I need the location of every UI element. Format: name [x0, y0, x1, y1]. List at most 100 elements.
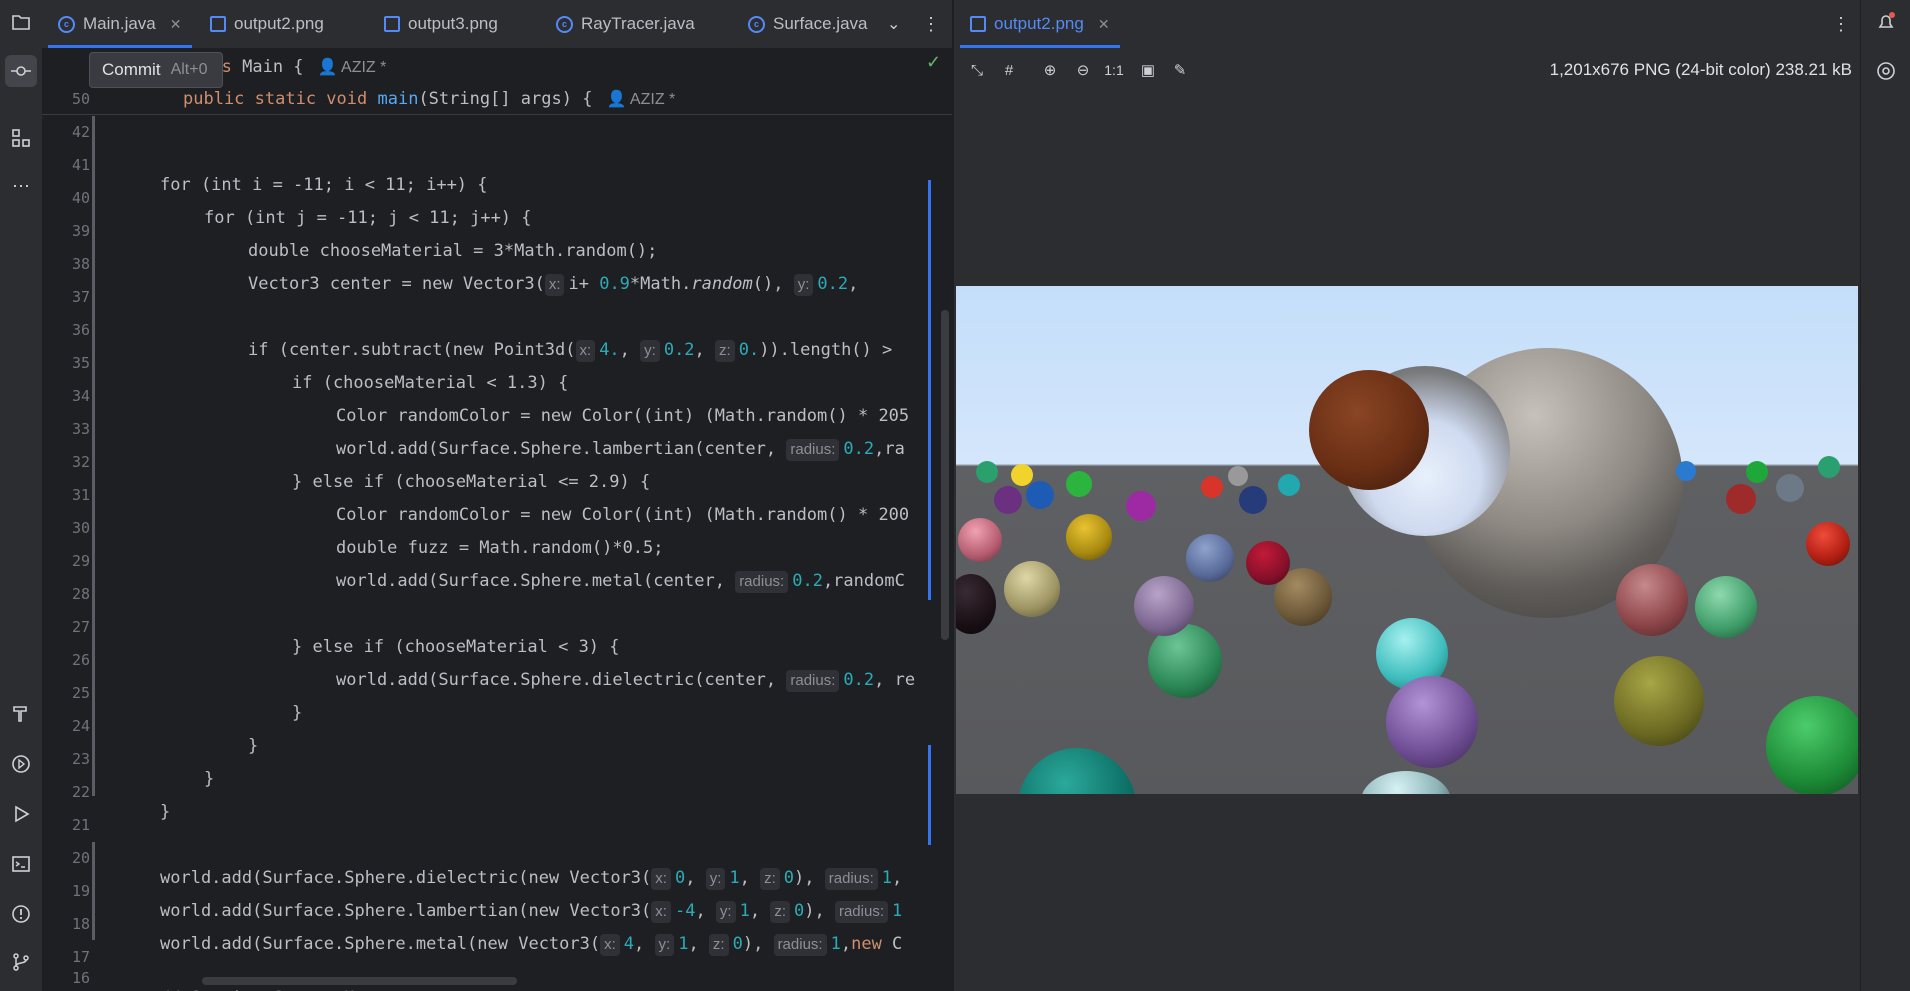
code-line[interactable]: 38 Vector3 center = new Vector3(x: i+ 0.9… — [42, 248, 952, 296]
line-number: 50 — [71, 90, 90, 108]
small-sphere — [1361, 771, 1451, 794]
tab-output3-png[interactable]: output3.png — [384, 0, 498, 48]
code-line[interactable]: 36 if (center.subtract(new Point3d(x: 4.,… — [42, 314, 952, 362]
code-line[interactable]: 37 — [42, 281, 952, 314]
color-picker-icon[interactable]: ✎ — [1168, 58, 1192, 82]
vertical-scrollbar[interactable] — [941, 310, 949, 640]
notifications-icon[interactable] — [1870, 6, 1902, 38]
java-file-icon: c — [556, 15, 573, 33]
distant-sphere — [1776, 474, 1804, 502]
code-line[interactable]: 23 } — [42, 743, 952, 789]
line-number: 37 — [71, 288, 90, 306]
code-line[interactable]: 26 world.add(Surface.Sphere.dielectric(c… — [42, 644, 952, 692]
line-number: 33 — [71, 420, 90, 438]
services-icon[interactable] — [5, 748, 37, 780]
actual-size-button[interactable]: 1:1 — [1102, 58, 1126, 82]
small-sphere — [1018, 748, 1136, 794]
code-line[interactable]: 32 } else if (chooseMaterial <= 2.9) { — [42, 446, 952, 492]
chevron-down-icon[interactable]: ⌄ — [887, 0, 900, 48]
tab-label: output3.png — [408, 14, 498, 33]
zoom-in-icon[interactable]: ⊕ — [1038, 58, 1062, 82]
small-sphere — [1695, 576, 1757, 638]
brown-sphere — [1309, 370, 1429, 490]
code-line[interactable]: 42 — [42, 116, 952, 149]
code-line[interactable]: 30 double fuzz = Math.random()*0.5; — [42, 512, 952, 558]
tab-label: output2.png — [234, 14, 324, 33]
more-vertical-icon[interactable]: ⋮ — [1832, 0, 1850, 48]
tooltip-label: Commit — [102, 60, 161, 79]
commit-tooltip: Commit Alt+0 — [89, 52, 223, 88]
code-line[interactable]: 34 Color randomColor = new Color((int) (… — [42, 380, 952, 426]
line-number: 25 — [71, 684, 90, 702]
code-line[interactable]: 40 for (int j = -11; j < 11; j++) { — [42, 182, 952, 228]
more-vertical-icon[interactable]: ⋮ — [922, 0, 940, 48]
line-number: 41 — [71, 156, 90, 174]
build-icon[interactable] — [5, 698, 37, 730]
project-icon[interactable] — [5, 6, 37, 38]
line-number: 38 — [71, 255, 90, 273]
tab-label: output2.png — [994, 14, 1084, 33]
vcs-change-marker — [928, 180, 931, 600]
close-icon[interactable]: ✕ — [1098, 16, 1110, 33]
java-file-icon: c — [748, 15, 765, 33]
code-line[interactable]: 39 double chooseMaterial = 3*Math.random… — [42, 215, 952, 261]
tab-main-java[interactable]: c Main.java ✕ — [48, 0, 191, 48]
code-line[interactable]: 28 — [42, 578, 952, 611]
distant-sphere — [1011, 464, 1033, 486]
image-file-icon — [970, 16, 986, 32]
tab-label: RayTracer.java — [581, 14, 695, 33]
line-number: 40 — [71, 189, 90, 207]
code-line[interactable]: 24 } — [42, 710, 952, 756]
commit-icon[interactable] — [5, 55, 37, 87]
run-icon[interactable] — [5, 798, 37, 830]
tab-raytracer-java[interactable]: c RayTracer.java — [556, 0, 695, 48]
code-line[interactable]: 25 } — [42, 677, 952, 723]
code-line[interactable]: 22 } — [42, 776, 952, 822]
line-number: 22 — [71, 783, 90, 801]
background-icon[interactable]: ▣ — [1136, 58, 1160, 82]
git-branch-icon[interactable] — [5, 946, 37, 978]
more-tools-icon[interactable]: ⋯ — [5, 170, 37, 202]
code-line[interactable]: 18 world.add(Surface.Sphere.metal(new Ve… — [42, 908, 952, 956]
code-line[interactable]: 41 for (int i = -11; i < 11; i++) { — [42, 149, 952, 195]
fit-to-window-icon[interactable]: ⤡ — [965, 58, 989, 82]
line-number: 35 — [71, 354, 90, 372]
tab-viewer-output2-png[interactable]: output2.png ✕ — [960, 0, 1120, 48]
code-line[interactable]: 35 if (chooseMaterial < 1.3) { — [42, 347, 952, 393]
editor-tab-bar: c Main.java ✕ output2.png output3.png c … — [42, 0, 952, 49]
terminal-icon[interactable] — [5, 848, 37, 880]
tab-output2-png[interactable]: output2.png — [210, 0, 324, 48]
rendered-image — [956, 286, 1858, 794]
left-tool-strip: ⋯ — [0, 0, 43, 991]
distant-sphere — [976, 461, 998, 483]
image-canvas[interactable] — [954, 92, 1860, 991]
grid-icon[interactable]: # — [997, 58, 1021, 82]
code-line[interactable]: 29 world.add(Surface.Sphere.metal(center… — [42, 545, 952, 593]
distant-sphere — [1201, 476, 1223, 498]
distant-sphere — [1228, 466, 1248, 486]
horizontal-scrollbar[interactable] — [202, 977, 517, 985]
tab-label: Surface.java — [773, 14, 868, 33]
code-line[interactable]: 33 world.add(Surface.Sphere.lambertian(c… — [42, 413, 952, 461]
code-text: public static void main(String[] args) {… — [183, 89, 676, 109]
close-icon[interactable]: ✕ — [170, 16, 182, 33]
fold-guide — [92, 842, 95, 940]
problems-icon[interactable] — [5, 898, 37, 930]
ai-assistant-icon[interactable] — [1870, 55, 1902, 87]
distant-sphere — [1278, 474, 1300, 496]
image-file-icon — [384, 16, 400, 32]
distant-sphere — [1239, 486, 1267, 514]
viewer-tab-bar: output2.png ✕ ⋮ — [954, 0, 1860, 49]
small-sphere — [1186, 534, 1234, 582]
line-number: 20 — [71, 849, 90, 867]
code-line[interactable]: 19 world.add(Surface.Sphere.lambertian(n… — [42, 875, 952, 923]
structure-icon[interactable] — [5, 122, 37, 154]
code-line[interactable]: 31 Color randomColor = new Color((int) (… — [42, 479, 952, 525]
line-number: 42 — [71, 123, 90, 141]
code-line[interactable]: 27 } else if (chooseMaterial < 3) { — [42, 611, 952, 657]
code-line[interactable]: 21 — [42, 809, 952, 842]
tab-surface-java[interactable]: c Surface.java — [748, 0, 868, 48]
zoom-out-icon[interactable]: ⊖ — [1071, 58, 1095, 82]
line-number: 34 — [71, 387, 90, 405]
code-line[interactable]: 20 world.add(Surface.Sphere.dielectric(n… — [42, 842, 952, 890]
